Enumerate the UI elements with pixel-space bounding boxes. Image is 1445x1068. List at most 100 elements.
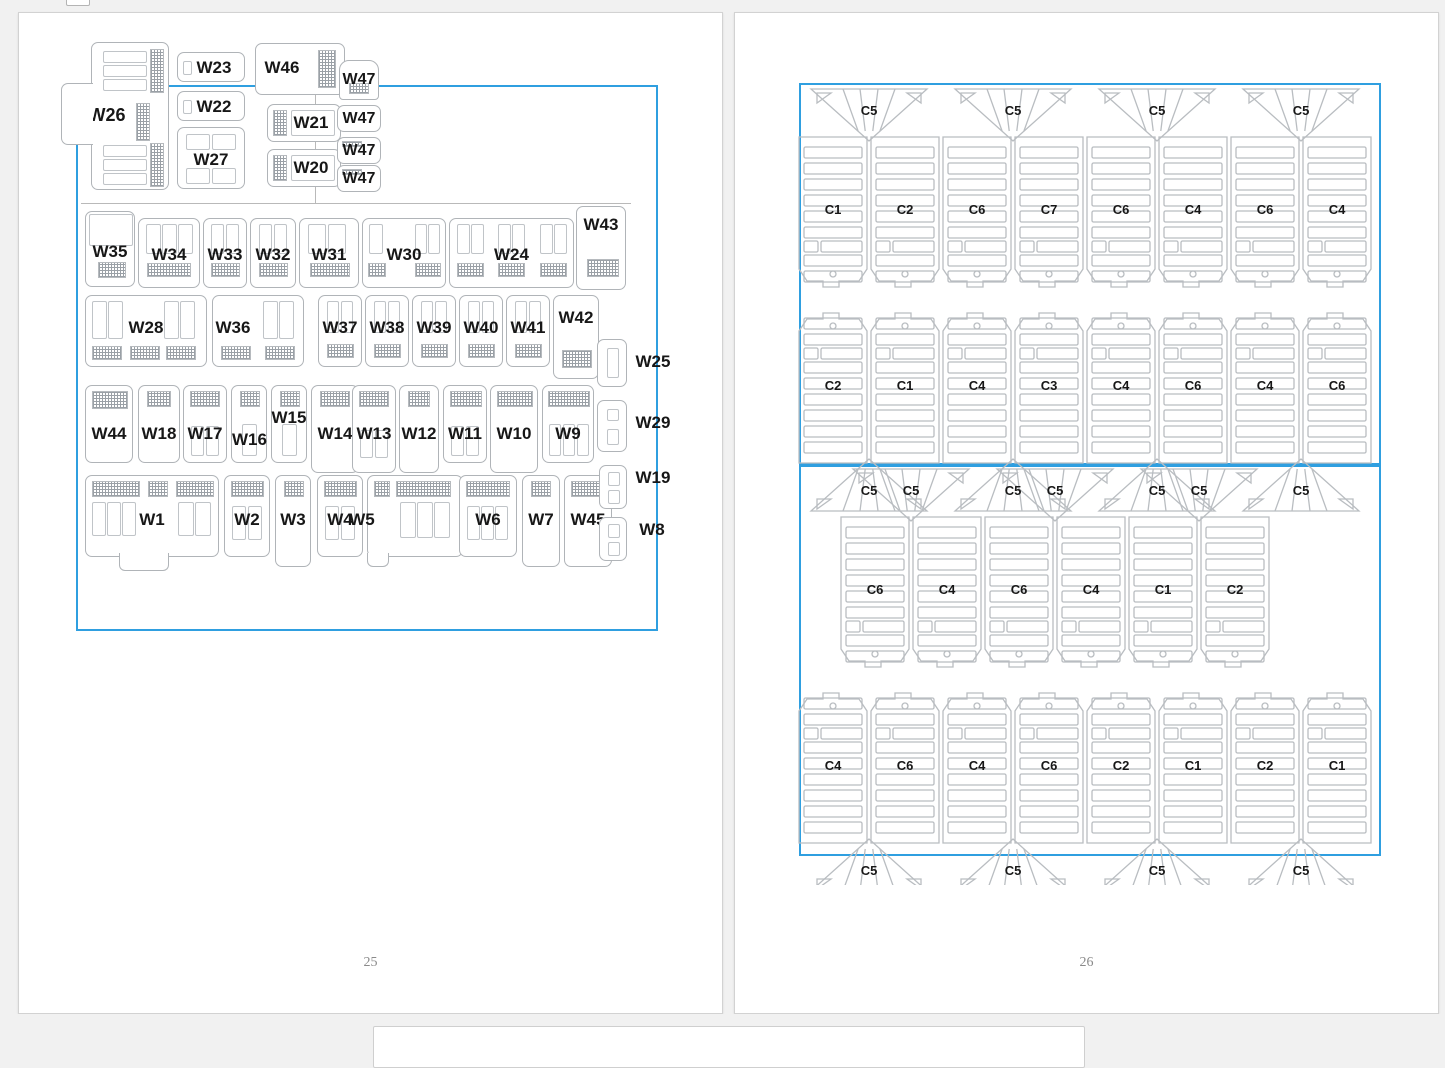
connector-label: C6 (969, 202, 986, 217)
fuse-W20[interactable]: W20 (267, 149, 341, 187)
connector-label: C2 (1113, 758, 1130, 773)
contact-pad (166, 346, 196, 360)
fuse-W5[interactable]: W5 (349, 475, 463, 557)
contact-pad (150, 49, 164, 93)
connector-label: C6 (1257, 202, 1274, 217)
fuse-W10[interactable]: W10 (490, 385, 538, 473)
connector-label: C4 (1185, 202, 1202, 217)
contact-pad (92, 481, 140, 497)
fuse-W21[interactable]: W21 (267, 104, 341, 142)
fuse-W7[interactable]: W7 (522, 475, 560, 567)
fuse-W47-4[interactable]: W47 (337, 165, 381, 192)
fuse-W11[interactable]: W11 (443, 385, 487, 463)
contact-pad (374, 344, 401, 358)
fuse-label: W3 (280, 510, 306, 529)
contact-pad (136, 103, 150, 141)
fuse-W37[interactable]: W37 (318, 295, 362, 367)
connector-label: C5 (1293, 863, 1310, 878)
fuse-W26[interactable]: W26 (88, 42, 169, 190)
fuse-W22[interactable]: W22 (177, 91, 245, 121)
contact-pad (221, 346, 251, 360)
fuse-W30[interactable]: W30 (362, 218, 446, 288)
fuse-W44[interactable]: W44 (85, 385, 133, 463)
page-25[interactable]: W26 W23 W22 W27 W46 W21 W20 W47 W47 W47 … (18, 12, 723, 1014)
contact-pad (327, 344, 354, 358)
fuse-label: W27 (193, 150, 229, 169)
fuse-W1[interactable]: W1 (85, 475, 219, 557)
contact-pad (450, 391, 482, 407)
fuse-W47-2[interactable]: W47 (337, 105, 381, 132)
fuse-W26-notch (61, 83, 93, 145)
connector-label: C5 (1293, 103, 1310, 118)
contact-pad (284, 481, 304, 497)
fuse-W35[interactable]: W35 (85, 211, 135, 287)
slot (103, 51, 147, 63)
fuse-W27[interactable]: W27 (177, 127, 245, 189)
contact-pad (421, 344, 448, 358)
connector-label: C4 (1257, 378, 1274, 393)
fuse-W28[interactable]: W28 (85, 295, 207, 367)
page-number-right: 26 (1079, 955, 1094, 970)
contact-pad (540, 263, 567, 277)
fuse-W46[interactable]: W46 (255, 43, 345, 95)
contact-pad (147, 263, 191, 277)
contact-pad (147, 391, 171, 407)
page-26[interactable]: C1 C2 C6 C7 C6 C4 C6 C4 C5 C5 C5 C5 C2 C1 C4 C3 C4 C6 C4 C6… (734, 12, 1439, 1014)
fuse-W47-1[interactable]: W47 (339, 60, 379, 100)
fuse-label: W7 (528, 510, 554, 529)
fuse-label: W19 (635, 468, 671, 487)
connector-cap[interactable] (1099, 838, 1215, 885)
fuse-W6[interactable]: W6 (459, 475, 517, 557)
contact-pad (92, 346, 122, 360)
fuse-W47-3[interactable]: W47 (337, 137, 381, 164)
connector-label: C7 (1041, 202, 1058, 217)
fuse-W3[interactable]: W3 (275, 475, 311, 567)
fuse-label: W43 (583, 215, 619, 234)
connector-cap[interactable] (1243, 838, 1359, 885)
connector-label: C2 (897, 202, 914, 217)
fuse-label: W8 (639, 520, 665, 539)
fuse-W13[interactable]: W13 (352, 385, 396, 473)
fuse-W25[interactable]: W25 (597, 339, 670, 387)
connector-label: C5 (861, 863, 878, 878)
fuse-W32[interactable]: W32 (250, 218, 296, 288)
fuse-W31[interactable]: W31 (299, 218, 359, 288)
fuse-W9[interactable]: W9 (542, 385, 594, 463)
connector-cap[interactable] (811, 838, 927, 885)
contact-pad (240, 391, 260, 407)
fuse-W2[interactable]: W2 (224, 475, 270, 557)
slot (186, 168, 210, 184)
fuse-W38[interactable]: W38 (365, 295, 409, 367)
slot (103, 159, 147, 171)
fuse-W34[interactable]: W34 (138, 218, 200, 288)
fuse-W39[interactable]: W39 (412, 295, 456, 367)
connector-label: C6 (897, 758, 914, 773)
fuse-W36[interactable]: W36 (212, 295, 304, 367)
fuse-W18[interactable]: W18 (138, 385, 180, 463)
contact-pad (150, 143, 164, 187)
slot (434, 502, 450, 538)
fuse-W8[interactable]: W8 (599, 517, 665, 561)
fuse-W17[interactable]: W17 (183, 385, 227, 463)
fuse-label: W21 (293, 113, 329, 132)
fuse-W15[interactable]: W15 (271, 385, 307, 463)
fuse-W33[interactable]: W33 (203, 218, 247, 288)
connector-label: C4 (1329, 202, 1346, 217)
contact-pad (415, 263, 441, 277)
fuse-W41[interactable]: W41 (506, 295, 550, 367)
contact-pad (498, 263, 525, 277)
fuse-W29[interactable]: W29 (597, 400, 670, 452)
fuse-W43[interactable]: W43 (576, 206, 626, 290)
connector-label: C4 (1113, 378, 1130, 393)
fuse-W42[interactable]: W42 (553, 295, 599, 379)
fuse-W24[interactable]: W24 (449, 218, 574, 288)
fuse-W40[interactable]: W40 (459, 295, 503, 367)
fuse-W23[interactable]: W23 (177, 52, 245, 82)
connector-label: C2 (1227, 582, 1244, 597)
fuse-label: W28 (128, 318, 164, 337)
connector-cap[interactable] (955, 838, 1071, 885)
slot (608, 490, 620, 504)
fuse-W19[interactable]: W19 (599, 465, 670, 509)
fuse-W1-foot (119, 553, 169, 571)
fuse-W12[interactable]: W12 (399, 385, 439, 473)
